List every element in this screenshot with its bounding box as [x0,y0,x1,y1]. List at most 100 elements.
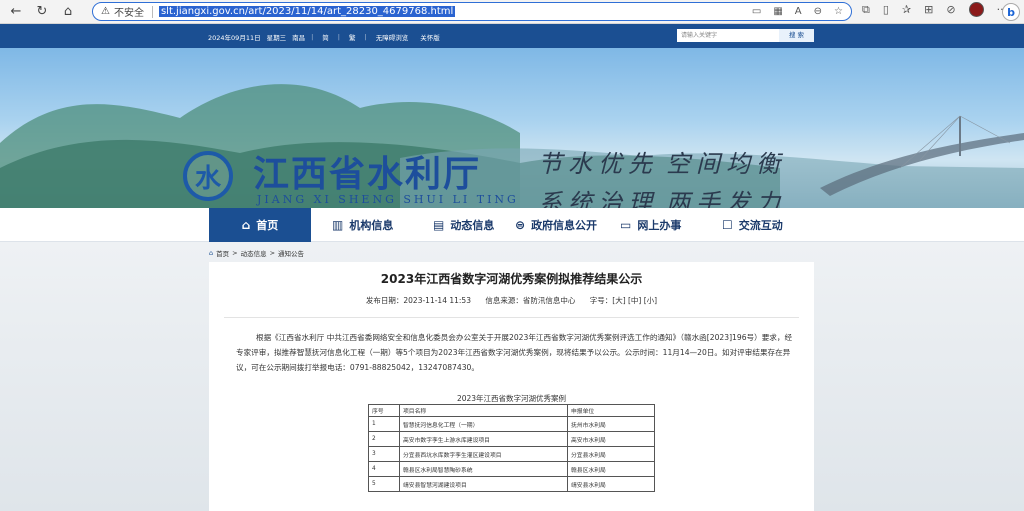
table-row: 4 赣县区水利局智慧陶砂系统 赣县区水利局 [368,461,655,477]
breadcrumb-home[interactable]: 首页 [216,248,229,258]
building-icon: ▥ [332,218,344,232]
slogan-2b: 两手发力 [666,189,786,208]
site-banner: 水 江西省水利厅 JIANG XI SHENG SHUI LI TING 节水优… [0,48,1024,208]
current-date: 2024年09月11日 [208,34,261,42]
table-cell: 赣县区水利局智慧陶砂系统 [399,461,568,477]
divider [224,317,799,318]
browser-toolbar: ← ↻ ⌂ ⚠ 不安全 slt.jiangxi.gov.cn/art/2023/… [0,0,1024,24]
monitor-icon: ▭ [620,218,632,232]
warning-icon: ⚠ [101,6,110,17]
divider: | [337,33,340,41]
favorite-icon[interactable]: ☆ [834,6,843,17]
table-cell: 赣县区水利局 [567,461,655,477]
logo-icon[interactable]: 水 [183,151,233,201]
current-city: 南昌 [292,34,306,42]
table-cell: 智慧抚河信息化工程（一期） [399,416,568,432]
news-icon: ▤ [433,218,445,232]
nav-home[interactable]: ⌂ 首页 [209,208,311,242]
app-icon[interactable]: ▭ [752,6,761,17]
table-row: 2 高安市数字孪生上游水库建设项目 高安市水利局 [368,431,655,447]
table-cell: 高安市水利局 [567,431,655,447]
slogan-1b: 空间均衡 [666,150,786,178]
article-body: 根据《江西省水利厅 中共江西省委网络安全和信息化委员会办公室关于开展2023年江… [236,333,793,372]
nav-label: 政府信息公开 [531,219,598,232]
table-cell: 分宜县水利局 [567,446,655,462]
nav-label: 网上办事 [637,219,682,232]
landscape-illustration [0,84,1024,208]
search-button[interactable]: 搜 索 [779,29,814,42]
simplified-link[interactable]: 简 [319,32,332,42]
table-row: 3 分宜县西坑水库数字孪生灌区建设项目 分宜县水利局 [368,446,655,462]
breadcrumb: ⌂ 首页 > 动态信息 > 通知公告 [209,248,304,258]
table-row: 1 智慧抚河信息化工程（一期） 抚州市水利局 [368,416,655,432]
table-header-row: 序号 项目名称 申报单位 [368,404,655,417]
history-icon[interactable]: ⊘ [946,3,955,16]
table-cell: 高安市数字孪生上游水库建设项目 [399,431,568,447]
table-title: 2023年江西省数字河湖优秀案例 [456,394,567,403]
site-title[interactable]: 江西省水利厅 [253,145,481,197]
avatar[interactable] [968,2,984,17]
article-card: 2023年江西省数字河湖优秀案例拟推荐结果公示 发布日期：2023-11-14 … [209,262,814,511]
table-cell: 1 [368,416,400,432]
nav-news[interactable]: ▤ 动态信息 [433,208,494,242]
nav-gov-info[interactable]: ⊜ 政府信息公开 [515,208,597,242]
slogan-1a: 节水优先 [538,150,658,178]
article-title: 2023年江西省数字河湖优秀案例拟推荐结果公示 [380,272,643,286]
table-header: 项目名称 [399,404,568,417]
table-cell: 4 [368,461,400,477]
nav-label: 动态信息 [450,219,495,232]
font-size-control[interactable]: 字号：[大] [中] [小] [590,296,657,305]
table-cell: 3 [368,446,400,462]
accessible-link[interactable]: 无障碍浏览 [373,32,412,42]
url-text[interactable]: slt.jiangxi.gov.cn/art/2023/11/14/art_28… [158,6,456,17]
breadcrumb-section[interactable]: 动态信息 [241,248,267,258]
current-weekday: 星期三 [266,34,287,42]
home-icon: ⌂ [209,249,214,257]
address-bar[interactable]: ⚠ 不安全 slt.jiangxi.gov.cn/art/2023/11/14/… [92,2,852,21]
breadcrumb-current[interactable]: 通知公告 [278,248,304,258]
search-input[interactable]: 请输入关键字 [677,29,779,42]
extensions-icon[interactable]: ⧉ [862,3,870,17]
table-cell: 5 [368,476,400,492]
collections-icon[interactable]: ⊞ [924,3,933,16]
qr-icon[interactable]: ▦ [773,6,782,17]
table-row: 5 靖安县智慧河湖建设项目 靖安县水利局 [368,476,655,492]
bing-icon[interactable]: b [1002,3,1020,21]
breadcrumb-separator: > [232,249,238,257]
home-browser-icon[interactable]: ⌂ [58,2,78,22]
split-icon[interactable]: ▯ [883,3,889,16]
elder-mode-link[interactable]: 关怀版 [417,32,443,42]
read-aloud-icon[interactable]: A [795,6,802,17]
table-cell: 分宜县西坑水库数字孪生灌区建设项目 [399,446,568,462]
traditional-link[interactable]: 繁 [346,32,359,42]
nav-label: 机构信息 [349,219,394,232]
divider [151,5,153,18]
site-topbar: 2024年09月11日 星期三 南昌 | 简 | 繁 | 无障碍浏览 关怀版 请… [0,24,1024,48]
table-cell: 靖安县智慧河湖建设项目 [399,476,568,492]
breadcrumb-separator: > [269,249,276,257]
nav-label: 首页 [256,219,279,232]
nav-interaction[interactable]: ☐ 交流互动 [722,208,783,242]
nav-organization[interactable]: ▥ 机构信息 [332,208,393,242]
table-cell: 抚州市水利局 [567,416,655,432]
site-subtitle: JIANG XI SHENG SHUI LI TING [257,193,519,206]
article-meta: 发布日期：2023-11-14 11:53 信息来源：省防汛信息中心 字号：[大… [209,295,814,306]
zoom-icon[interactable]: ⊖ [814,6,822,17]
table-header: 序号 [368,404,400,417]
divider: | [364,33,367,41]
back-icon[interactable]: ← [6,2,26,22]
table-cell: 靖安县水利局 [567,476,655,492]
table-cell: 2 [368,431,400,447]
refresh-icon[interactable]: ↻ [32,2,52,22]
chat-icon: ☐ [722,218,733,232]
divider: | [311,33,314,41]
insecure-label: 不安全 [113,8,144,19]
cases-table: 序号 项目名称 申报单位 1 智慧抚河信息化工程（一期） 抚州市水利局 2 高安… [368,404,655,492]
gov-info-icon: ⊜ [515,218,526,232]
home-icon: ⌂ [241,218,251,232]
info-source: 信息来源：省防汛信息中心 [485,296,576,305]
main-nav: ⌂ 首页 ▥ 机构信息 ▤ 动态信息 ⊜ 政府信息公开 ▭ 网上办事 ☐ 交流互… [0,208,1024,242]
publish-date: 发布日期：2023-11-14 11:53 [365,296,471,305]
favorites-icon[interactable]: ✰ [902,3,911,16]
nav-online-service[interactable]: ▭ 网上办事 [620,208,681,242]
